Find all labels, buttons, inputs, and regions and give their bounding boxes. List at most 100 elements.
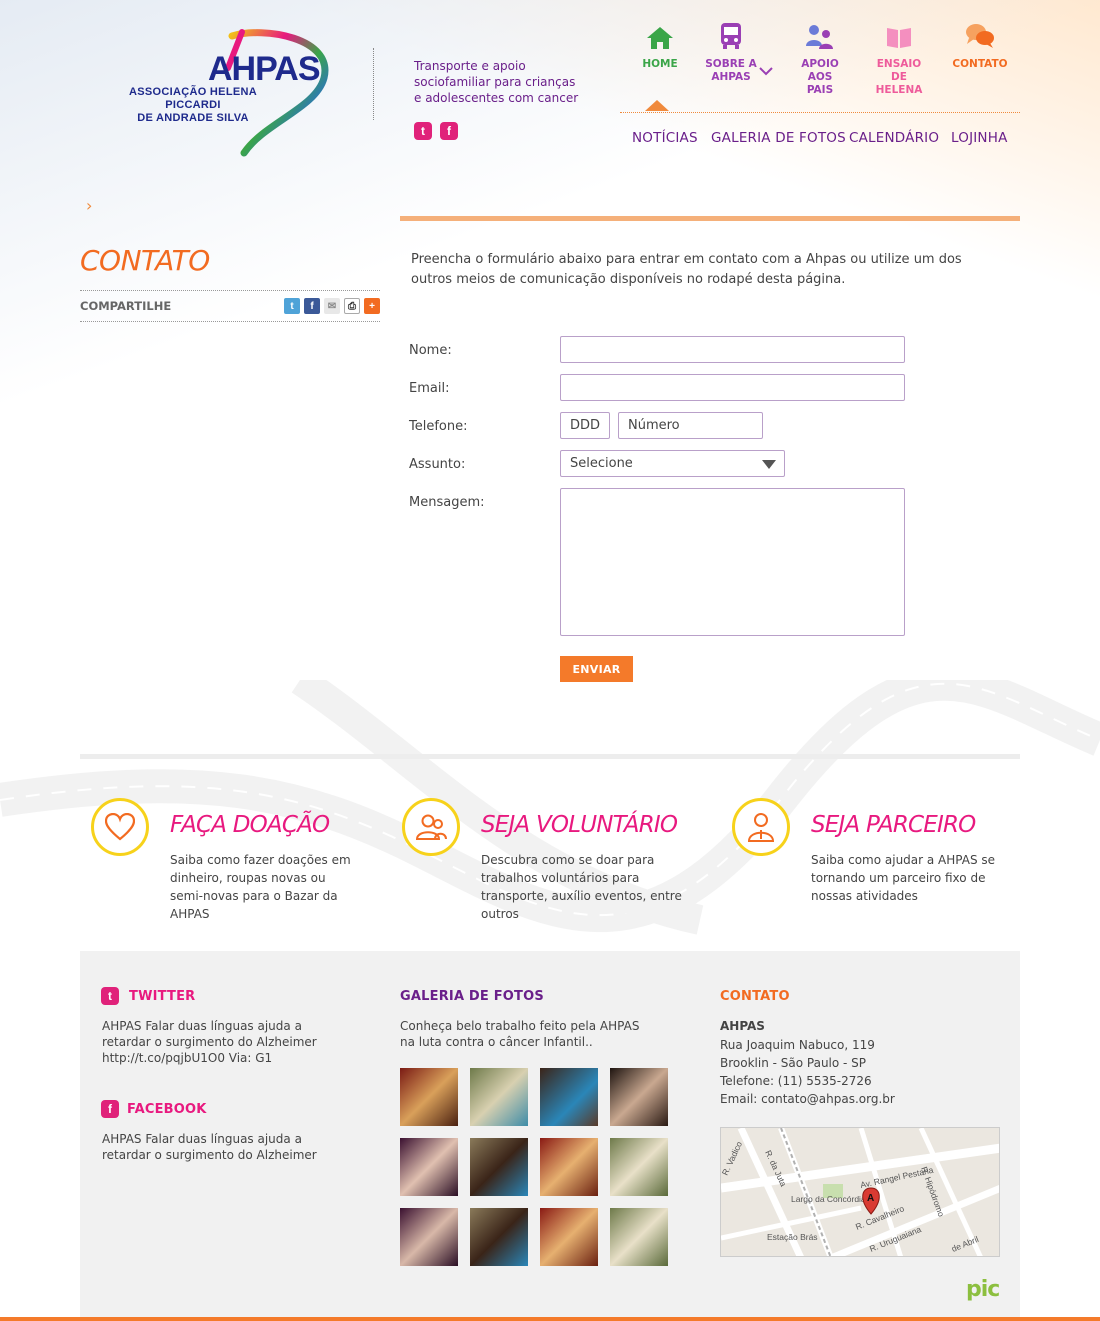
footer-facebook-title[interactable]: FACEBOOK bbox=[127, 1102, 207, 1117]
subnav-lojinha[interactable]: LOJINHA bbox=[951, 130, 1008, 146]
promo-partner-desc: Saiba como ajudar a AHPAS se tornando um… bbox=[811, 853, 996, 903]
nav-item-contato[interactable]: CONTATO bbox=[940, 20, 1020, 71]
nav-item-apoio[interactable]: APOIO AOS PAIS bbox=[780, 20, 860, 97]
volunteers-icon bbox=[402, 798, 460, 856]
share-icons: t f ✉ ⎙ + bbox=[284, 298, 380, 314]
gallery-thumb[interactable] bbox=[400, 1208, 458, 1266]
main-nav: HOME SOBRE A AHPAS APOIO AOS PAIS ENSAIO… bbox=[620, 20, 1020, 110]
share-more-icon[interactable]: + bbox=[364, 298, 380, 314]
nav-item-home[interactable]: HOME bbox=[620, 20, 700, 71]
footer-contact-phone: Telefone: (11) 5535-2726 bbox=[720, 1074, 872, 1088]
header-divider bbox=[373, 48, 374, 120]
bus-icon bbox=[691, 20, 771, 50]
nav-active-indicator bbox=[645, 100, 669, 111]
page-title: CONTATO bbox=[80, 244, 210, 277]
chat-icon bbox=[940, 20, 1020, 50]
promo-volunteer-desc: Descubra como se doar para trabalhos vol… bbox=[481, 853, 682, 921]
name-field[interactable] bbox=[560, 336, 905, 363]
gallery-thumb[interactable] bbox=[400, 1138, 458, 1196]
nav-divider bbox=[620, 112, 1020, 113]
send-button[interactable]: ENVIAR bbox=[560, 656, 633, 682]
nav-label-apoio: APOIO AOS PAIS bbox=[801, 58, 839, 96]
dropdown-arrow-icon bbox=[762, 460, 776, 469]
nav-label-contato: CONTATO bbox=[952, 58, 1008, 70]
tagline: Transporte e apoio sociofamiliar para cr… bbox=[414, 59, 579, 105]
share-label: COMPARTILHE bbox=[80, 299, 172, 313]
section-divider bbox=[80, 754, 1020, 759]
gallery-thumb[interactable] bbox=[610, 1208, 668, 1266]
promo-volunteer[interactable]: SEJA VOLUNTÁRIO Descubra como se doar pa… bbox=[402, 798, 702, 921]
share-bar: COMPARTILHE t f ✉ ⎙ + bbox=[80, 290, 380, 322]
logo-org-name: ASSOCIAÇÃO HELENA PICCARDI DE ANDRADE SI… bbox=[108, 86, 278, 125]
intro-text: Preencha o formulário abaixo para entrar… bbox=[411, 252, 962, 287]
share-email-icon[interactable]: ✉ bbox=[324, 298, 340, 314]
gallery-thumb[interactable] bbox=[610, 1138, 668, 1196]
footer-gallery-text: Conheça belo trabalho feito pela AHPAS n… bbox=[400, 1019, 640, 1049]
footer-contact-email[interactable]: Email: contato@ahpas.org.br bbox=[720, 1090, 895, 1108]
footer: t TWITTER AHPAS Falar duas línguas ajuda… bbox=[80, 951, 1020, 1317]
ahpas-logo[interactable]: AHPAS ASSOCIAÇÃO HELENA PICCARDI DE ANDR… bbox=[104, 28, 344, 158]
message-textarea[interactable] bbox=[560, 488, 905, 636]
nav-label-ensaio: ENSAIO DE HELENA bbox=[875, 58, 923, 96]
footer-facebook-text: AHPAS Falar duas línguas ajuda a retarda… bbox=[102, 1132, 317, 1162]
footer-gallery-title[interactable]: GALERIA DE FOTOS bbox=[400, 989, 544, 1004]
footer-facebook-icon[interactable]: f bbox=[101, 1100, 119, 1118]
footer-twitter-title[interactable]: TWITTER bbox=[129, 989, 195, 1004]
header-social-links: t f bbox=[414, 122, 458, 140]
subnav-calendario[interactable]: CALENDÁRIO bbox=[849, 130, 939, 146]
book-icon bbox=[859, 20, 939, 50]
phone-label: Telefone: bbox=[409, 419, 468, 434]
gallery-thumb[interactable] bbox=[540, 1138, 598, 1196]
gallery-thumb[interactable] bbox=[540, 1208, 598, 1266]
parents-icon bbox=[780, 20, 860, 50]
gallery-thumb[interactable] bbox=[470, 1138, 528, 1196]
footer-contact-title: CONTATO bbox=[720, 989, 790, 1004]
gallery-thumb[interactable] bbox=[470, 1068, 528, 1126]
logo-wordmark: AHPAS bbox=[208, 50, 320, 88]
footer-contact-address: Rua Joaquim Nabuco, 119 bbox=[720, 1038, 875, 1052]
gallery-thumb[interactable] bbox=[540, 1068, 598, 1126]
promo-donate[interactable]: FAÇA DOAÇÃO Saiba como fazer doações em … bbox=[91, 798, 391, 921]
content-top-bar bbox=[400, 216, 1020, 221]
subject-select[interactable]: Selecione bbox=[560, 450, 785, 477]
gallery-thumb[interactable] bbox=[400, 1068, 458, 1126]
name-label: Nome: bbox=[409, 343, 452, 358]
map-streets: R. Vadico R. da Juta Av. Rangel Pestana … bbox=[721, 1128, 999, 1256]
footer-contact-city: Brooklin - São Paulo - SP bbox=[720, 1056, 867, 1070]
gallery-thumb[interactable] bbox=[470, 1208, 528, 1266]
map-label: Largo da Concórdia bbox=[791, 1194, 866, 1204]
nav-label-home: HOME bbox=[642, 58, 678, 70]
logo-org-line2: DE ANDRADE SILVA bbox=[137, 112, 249, 124]
ddd-field[interactable] bbox=[560, 412, 610, 439]
partner-icon bbox=[732, 798, 790, 856]
map-label: Estação Brás bbox=[767, 1232, 818, 1242]
promo-donate-desc: Saiba como fazer doações em dinheiro, ro… bbox=[170, 853, 351, 921]
phone-number-field[interactable] bbox=[618, 412, 763, 439]
nav-item-sobre[interactable]: SOBRE A AHPAS bbox=[691, 20, 773, 84]
promo-partner[interactable]: SEJA PARCEIRO Saiba como ajudar a AHPAS … bbox=[732, 798, 1032, 918]
footer-contact-name: AHPAS bbox=[720, 1019, 765, 1033]
map-marker-label: A bbox=[867, 1193, 874, 1204]
subnav-galeria[interactable]: GALERIA DE FOTOS bbox=[711, 130, 846, 146]
subject-label: Assunto: bbox=[409, 457, 466, 472]
promo-volunteer-title: SEJA VOLUNTÁRIO bbox=[481, 812, 678, 838]
location-map[interactable]: R. Vadico R. da Juta Av. Rangel Pestana … bbox=[720, 1127, 1000, 1257]
gallery-thumb[interactable] bbox=[610, 1068, 668, 1126]
twitter-icon[interactable]: t bbox=[414, 122, 432, 140]
credit-logo[interactable]: pic bbox=[966, 1277, 1000, 1302]
share-twitter-icon[interactable]: t bbox=[284, 298, 300, 314]
footer-twitter-icon[interactable]: t bbox=[101, 987, 119, 1005]
message-label: Mensagem: bbox=[409, 495, 485, 510]
subnav-noticias[interactable]: NOTÍCIAS bbox=[632, 130, 698, 146]
email-field[interactable] bbox=[560, 374, 905, 401]
nav-item-ensaio[interactable]: ENSAIO DE HELENA bbox=[859, 20, 939, 97]
facebook-icon[interactable]: f bbox=[440, 122, 458, 140]
promo-donate-title: FAÇA DOAÇÃO bbox=[170, 812, 330, 838]
page-bottom-line bbox=[0, 1317, 1100, 1321]
share-facebook-icon[interactable]: f bbox=[304, 298, 320, 314]
logo-org-line1: ASSOCIAÇÃO HELENA PICCARDI bbox=[129, 86, 257, 111]
heart-icon bbox=[91, 798, 149, 856]
chevron-down-icon[interactable] bbox=[759, 66, 773, 76]
share-print-icon[interactable]: ⎙ bbox=[344, 298, 360, 314]
breadcrumb-arrow-icon[interactable]: › bbox=[86, 196, 92, 215]
